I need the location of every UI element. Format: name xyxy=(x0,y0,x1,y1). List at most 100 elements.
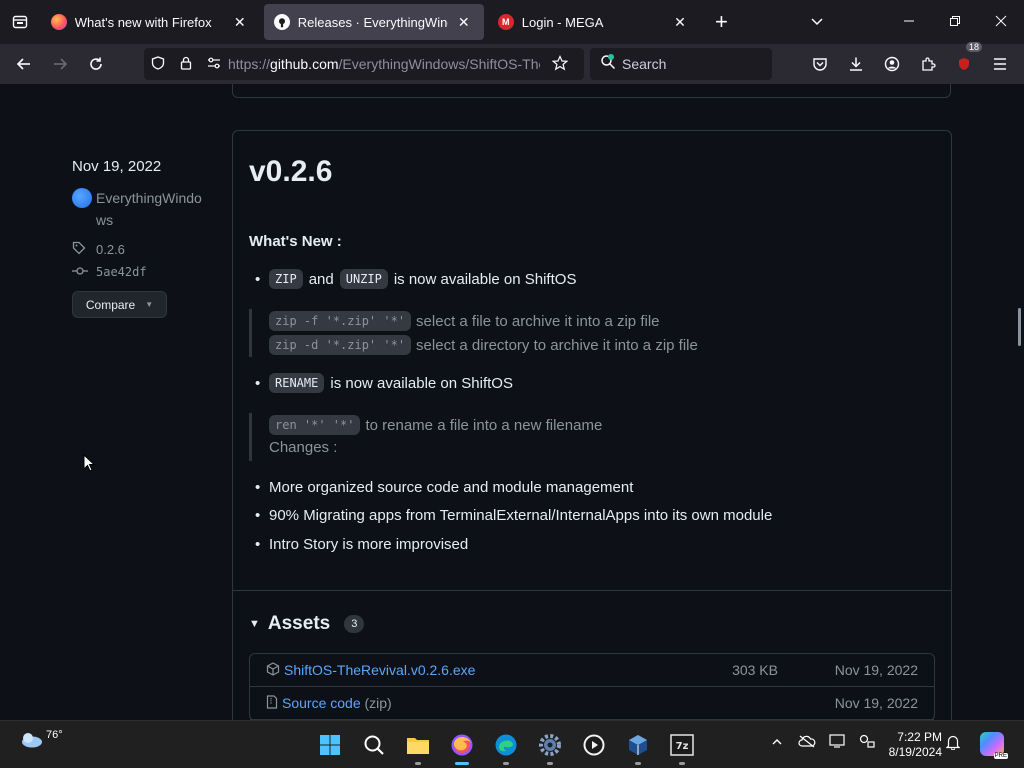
scrollbar-thumb[interactable] xyxy=(1018,308,1021,346)
7zip-icon[interactable]: 7z xyxy=(660,727,704,765)
permissions-icon[interactable] xyxy=(200,56,228,72)
asset-link[interactable]: Source code (zip) xyxy=(282,695,678,711)
assets-toggle[interactable]: ▼ Assets 3 xyxy=(249,613,365,635)
minimize-window-icon[interactable] xyxy=(886,14,932,30)
list-item: ZIP and UNZIP is now available on ShiftO… xyxy=(255,269,577,289)
list-item: 90% Migrating apps from TerminalExternal… xyxy=(255,507,772,524)
restore-window-icon[interactable] xyxy=(932,14,978,30)
lock-icon[interactable] xyxy=(172,56,200,73)
release-commit[interactable]: 5ae42df xyxy=(72,264,202,279)
back-arrow-icon[interactable] xyxy=(6,46,42,82)
file-explorer-icon[interactable] xyxy=(396,727,440,765)
list-all-tabs-icon[interactable] xyxy=(803,14,832,31)
reload-icon[interactable] xyxy=(78,46,114,82)
asset-date: Nov 19, 2022 xyxy=(834,662,918,678)
quote-line: ren '*' '*' to rename a file into a new … xyxy=(269,413,602,437)
github-icon xyxy=(273,14,290,30)
author-name[interactable]: EverythingWindows xyxy=(96,187,202,231)
weather-widget[interactable]: 76° xyxy=(18,729,63,749)
triangle-down-icon: ▼ xyxy=(249,618,260,630)
whats-new-heading: What's New : xyxy=(249,233,342,250)
file-zip-icon xyxy=(266,694,278,712)
asset-format[interactable]: (zip) xyxy=(365,695,392,711)
system-clock[interactable]: 7:22 PM 8/19/2024 xyxy=(880,730,942,760)
compare-button[interactable]: Compare ▼ xyxy=(72,291,167,318)
release-sidebar: Nov 19, 2022 EverythingWindows 0.2.6 5ae… xyxy=(72,158,202,318)
list-item: Intro Story is more improvised xyxy=(255,536,468,553)
text: is now available on ShiftOS xyxy=(393,270,577,288)
forward-arrow-icon[interactable] xyxy=(42,46,78,82)
close-tab-icon[interactable]: ✕ xyxy=(670,14,690,31)
virtualbox-icon[interactable] xyxy=(616,727,660,765)
asset-row[interactable]: ShiftOS-TheRevival.v0.2.6.exe 303 KB Nov… xyxy=(250,654,934,687)
divider xyxy=(233,590,951,591)
media-player-icon[interactable] xyxy=(572,727,616,763)
quote-line: zip -f '*.zip' '*' select a file to arch… xyxy=(269,309,698,333)
text: select a file to archive it into a zip f… xyxy=(416,312,660,330)
firefox-icon[interactable] xyxy=(440,727,484,765)
tab-github-releases[interactable]: Releases · EverythingWindows/ShiftOS-The… xyxy=(263,4,484,40)
commit-hash[interactable]: 5ae42df xyxy=(96,265,147,279)
text: and xyxy=(308,270,334,288)
close-window-icon[interactable] xyxy=(978,14,1024,30)
tracking-protection-shield-icon[interactable] xyxy=(144,55,172,73)
adblock-extension-icon[interactable]: 18 xyxy=(946,42,982,82)
inline-code: RENAME xyxy=(269,373,325,393)
firefox-icon xyxy=(50,14,67,30)
onedrive-offline-icon[interactable] xyxy=(792,734,822,751)
asset-link[interactable]: ShiftOS-TheRevival.v0.2.6.exe xyxy=(284,662,678,678)
account-icon[interactable] xyxy=(874,46,910,82)
pinned-apps: 7z xyxy=(308,727,704,765)
clock-time: 7:22 PM xyxy=(897,730,942,744)
settings-icon[interactable] xyxy=(528,727,572,765)
hamburger-menu-icon[interactable] xyxy=(982,46,1018,82)
close-tab-icon[interactable]: ✕ xyxy=(454,14,474,31)
new-tab-button[interactable]: + xyxy=(704,9,739,35)
tag-label[interactable]: 0.2.6 xyxy=(96,242,125,257)
network-icon[interactable] xyxy=(852,734,882,751)
tab-firefox-whats-new[interactable]: What's new with Firefox ✕ xyxy=(41,4,260,40)
notification-bell-icon[interactable] xyxy=(945,734,961,754)
inline-code: zip -d '*.zip' '*' xyxy=(269,335,412,355)
package-icon xyxy=(266,661,280,679)
bookmark-star-icon[interactable] xyxy=(546,54,574,74)
extension-badge: 18 xyxy=(965,42,982,52)
temperature: 76° xyxy=(46,729,63,741)
edge-icon[interactable] xyxy=(484,727,528,765)
search-icon[interactable] xyxy=(352,727,396,763)
url-text[interactable]: https://github.com/EverythingWindows/Shi… xyxy=(228,56,540,72)
page-content: Nov 19, 2022 EverythingWindows 0.2.6 5ae… xyxy=(0,84,1024,720)
asset-name[interactable]: Source code xyxy=(282,695,361,711)
compare-label: Compare xyxy=(85,297,136,312)
text: to rename a file into a new filename xyxy=(365,416,603,434)
inline-code: ZIP xyxy=(269,269,303,289)
chevron-up-icon[interactable] xyxy=(762,735,792,751)
address-bar[interactable]: https://github.com/EverythingWindows/Shi… xyxy=(144,48,584,80)
text: select a directory to archive it into a … xyxy=(416,336,698,354)
asset-row[interactable]: Source code (zip) Nov 19, 2022 xyxy=(250,687,934,720)
release-author[interactable]: EverythingWindows xyxy=(72,187,202,231)
mouse-cursor-icon xyxy=(83,453,96,477)
release-tag[interactable]: 0.2.6 xyxy=(72,241,202,258)
search-placeholder: Search xyxy=(622,56,667,72)
firefox-view-icon[interactable] xyxy=(0,0,41,44)
tab-label: Login - MEGA xyxy=(521,14,604,30)
copilot-icon[interactable]: PRE xyxy=(980,732,1008,759)
extensions-puzzle-icon[interactable] xyxy=(910,46,946,82)
search-bar[interactable]: Search xyxy=(590,48,772,80)
asset-date: Nov 19, 2022 xyxy=(834,695,918,711)
inline-code: ren '*' '*' xyxy=(269,415,361,435)
downloads-icon[interactable] xyxy=(838,46,874,82)
windows-start-icon[interactable] xyxy=(308,727,352,763)
release-title[interactable]: v0.2.6 xyxy=(249,155,332,189)
tab-mega-login[interactable]: M Login - MEGA ✕ xyxy=(488,4,700,40)
assets-count-badge: 3 xyxy=(344,615,365,633)
running-indicator xyxy=(415,762,421,765)
pocket-icon[interactable] xyxy=(802,46,838,82)
url-path: /EverythingWindows/ShiftOS-TheRevival/re… xyxy=(338,56,540,72)
avatar[interactable] xyxy=(72,188,92,208)
release-card: v0.2.6 What's New : ZIP and UNZIP is now… xyxy=(232,130,952,720)
text: is now available on ShiftOS xyxy=(330,374,513,392)
close-tab-icon[interactable]: ✕ xyxy=(230,14,250,31)
display-icon[interactable] xyxy=(822,734,852,751)
